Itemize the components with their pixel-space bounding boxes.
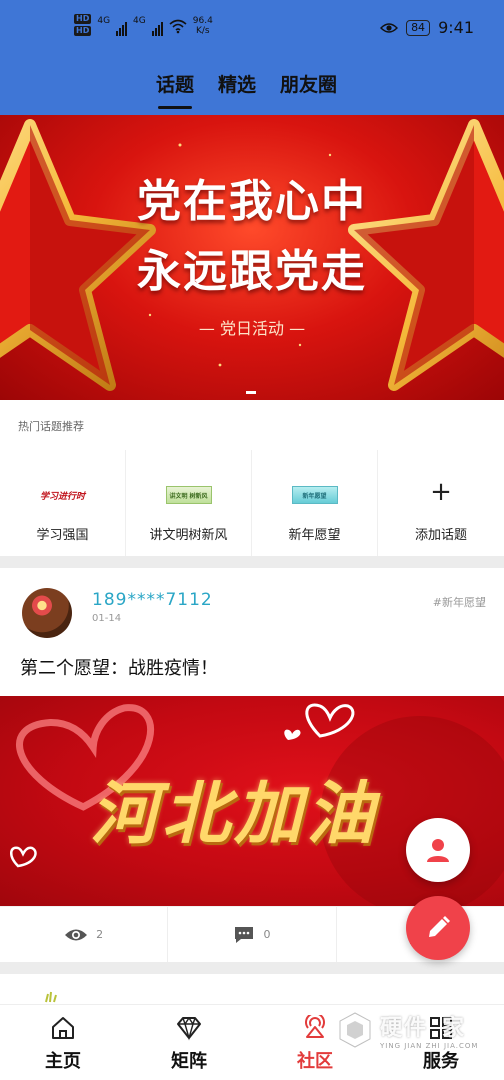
hot-topics-title: 热门话题推荐 (18, 420, 84, 433)
nav-label: 矩阵 (171, 1051, 207, 1072)
avatar[interactable] (22, 588, 72, 638)
pencil-icon (429, 916, 450, 937)
topic-item-civility[interactable]: 讲文明 树新风 讲文明树新风 (126, 450, 252, 556)
banner-title-line2: 永远跟党走 (137, 246, 367, 297)
status-bar: HD HD 4G 4G 96.4 K/s 84 9:41 (0, 0, 504, 58)
clock: 9:41 (438, 18, 474, 37)
avatar-partial-icon (45, 991, 57, 1003)
net-speed-value: 96.4 (192, 16, 213, 26)
status-left: HD HD 4G 4G 96.4 K/s (74, 14, 213, 36)
comment-count: 0 (263, 928, 271, 941)
post-text: 第二个愿望：战胜疫情！ (20, 658, 218, 679)
person-icon (427, 839, 449, 862)
post-image-caption: 河北加油 (90, 775, 379, 854)
wifi-icon (169, 19, 187, 34)
tab-featured[interactable]: 精选 (218, 70, 256, 103)
post-date: 01-14 (92, 613, 122, 624)
topic-thumbnail: 新年愿望 (291, 486, 338, 504)
nav-matrix[interactable]: 矩阵 (126, 1005, 252, 1080)
post-username[interactable]: 189****7112 (92, 590, 213, 610)
add-topic-button[interactable]: + 添加话题 (378, 450, 504, 556)
tab-moments[interactable]: 朋友圈 (280, 70, 337, 103)
signal-icon (116, 18, 128, 36)
nav-label: 社区 (297, 1051, 333, 1072)
topic-item-new-year-wish[interactable]: 新年愿望 新年愿望 (252, 450, 378, 556)
post-topic-tag[interactable]: #新年愿望 (433, 594, 486, 610)
bottom-navigation: 主页 矩阵 社区 服务 (0, 1004, 504, 1080)
plus-icon: + (430, 477, 452, 507)
network-type: 4G (133, 16, 146, 26)
banner-subtitle: — 党日活动 — (198, 319, 306, 338)
network-type: 4G (97, 16, 111, 26)
network-label: 4G (133, 16, 146, 26)
view-count-button[interactable]: 2 (0, 907, 167, 962)
eye-icon (380, 22, 399, 33)
grid-icon (430, 1017, 452, 1039)
nav-label: 服务 (423, 1051, 459, 1072)
banner-title-line1: 党在我心中 (137, 176, 367, 227)
net-speed: 96.4 K/s (193, 16, 213, 36)
topic-thumbnail: 学习进行时 (39, 491, 85, 502)
diamond-icon (177, 1016, 201, 1041)
tab-topics[interactable]: 话题 (156, 70, 194, 109)
topic-item-study[interactable]: 学习进行时 学习强国 (0, 450, 126, 556)
topic-thumbnail: 讲文明 树新风 (165, 486, 212, 504)
status-right: 84 9:41 (380, 18, 474, 37)
top-tabs: 话题 精选 朋友圈 (156, 70, 337, 109)
nav-community[interactable]: 社区 (252, 1005, 378, 1080)
compose-fab-button[interactable] (406, 896, 470, 960)
app-header: HD HD 4G 4G 96.4 K/s 84 9:41 话题 精选 朋友圈 (0, 0, 504, 115)
topic-label: 讲文明树新风 (149, 528, 228, 543)
view-count: 2 (96, 928, 104, 941)
user-fab-button[interactable] (406, 818, 470, 882)
carousel-indicator (246, 391, 256, 394)
eye-icon (65, 929, 88, 940)
hd-badge: HD (74, 14, 92, 24)
net-speed-unit: K/s (195, 26, 210, 36)
topic-label: 学习强国 (36, 528, 89, 543)
comment-icon (235, 926, 254, 943)
home-icon (52, 1017, 74, 1039)
community-icon (305, 1015, 325, 1038)
comment-button[interactable]: 0 (167, 907, 337, 962)
nav-home[interactable]: 主页 (0, 1005, 126, 1080)
topic-label: 添加话题 (414, 528, 467, 543)
promo-banner[interactable]: 党在我心中 永远跟党走 — 党日活动 — (0, 115, 504, 400)
signal-icon (151, 18, 163, 36)
topic-list: 学习进行时 学习强国 讲文明 树新风 讲文明树新风 新年愿望 新年愿望 + 添加… (0, 450, 504, 556)
topic-label: 新年愿望 (288, 528, 341, 543)
next-post-card (0, 974, 504, 1004)
network-label: 4G (97, 16, 110, 26)
hd-badges: HD HD (74, 14, 92, 36)
hot-topics-section: 热门话题推荐 学习进行时 学习强国 讲文明 树新风 讲文明树新风 新年愿望 新年… (0, 400, 504, 556)
nav-label: 主页 (45, 1051, 81, 1072)
battery-indicator: 84 (406, 19, 431, 36)
nav-service[interactable]: 服务 (378, 1005, 504, 1080)
hd-badge: HD (74, 26, 92, 36)
